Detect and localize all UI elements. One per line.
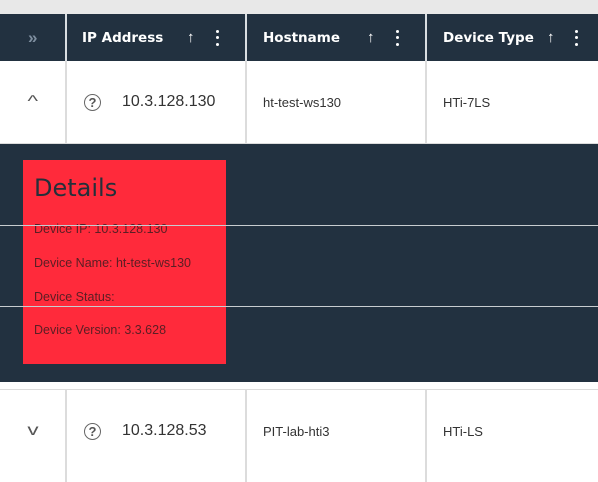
divider-line <box>0 306 598 307</box>
hostname: PIT-lab-hti3 <box>263 423 330 439</box>
question-circle-icon: ? <box>84 93 101 111</box>
chevron-up-icon[interactable]: ^ <box>27 93 38 111</box>
expand-all-icon[interactable]: » <box>28 28 38 48</box>
question-circle-icon: ? <box>84 422 101 440</box>
divider-line <box>0 225 598 226</box>
column-header-hostname[interactable]: Hostname ↑ <box>247 14 427 61</box>
column-label: Device Type <box>443 29 534 46</box>
device-type-cell: HTi-LS <box>427 390 598 472</box>
column-menu-icon[interactable] <box>395 29 399 46</box>
column-label: Hostname <box>263 29 341 46</box>
chevron-down-icon[interactable]: v <box>27 422 38 440</box>
column-header-ip-address[interactable]: IP Address ↑ <box>67 14 247 61</box>
ip-cell: ? 10.3.128.53 <box>67 390 247 472</box>
hostname-cell: ht-test-ws130 <box>247 61 427 143</box>
column-label: IP Address <box>82 29 164 46</box>
device-version-line: Device Version: 3.3.628 <box>34 323 167 337</box>
device-name-line: Device Name: ht-test-ws130 <box>34 256 192 270</box>
device-status-line: Device Status: <box>34 290 115 304</box>
expand-all-cell[interactable]: » <box>0 14 67 61</box>
device-type: HTi-LS <box>443 423 483 439</box>
column-header-device-type[interactable]: Device Type ↑ <box>427 14 598 61</box>
device-type-cell: HTi-7LS <box>427 61 598 143</box>
ip-cell: ? 10.3.128.130 <box>67 61 247 143</box>
ip-address: 10.3.128.130 <box>122 93 216 110</box>
table-row[interactable]: v ? 10.3.128.53 PIT-lab-hti3 HTi-LS <box>0 390 598 473</box>
sort-arrow-up-icon[interactable]: ↑ <box>547 29 555 46</box>
top-strip <box>0 0 598 14</box>
sort-arrow-up-icon[interactable]: ↑ <box>187 29 195 46</box>
row-expand-cell[interactable]: ^ <box>0 61 67 143</box>
hostname: ht-test-ws130 <box>263 94 342 110</box>
row-expand-cell[interactable]: v <box>0 390 67 472</box>
next-row-partial <box>0 472 598 482</box>
table-row[interactable]: ^ ? 10.3.128.130 ht-test-ws130 HTi-7LS <box>0 61 598 144</box>
row-detail-panel: Details Device IP: 10.3.128.130 Device N… <box>0 144 598 382</box>
device-type: HTi-7LS <box>443 94 491 110</box>
sort-arrow-up-icon[interactable]: ↑ <box>367 29 375 46</box>
table-header: » IP Address ↑ Hostname ↑ Device Type ↑ <box>0 14 598 61</box>
column-menu-icon[interactable] <box>574 29 578 46</box>
details-title: Details <box>34 174 118 202</box>
row-spacer <box>0 382 598 390</box>
hostname-cell: PIT-lab-hti3 <box>247 390 427 472</box>
column-menu-icon[interactable] <box>215 29 219 46</box>
details-card: Details Device IP: 10.3.128.130 Device N… <box>23 160 226 364</box>
ip-address: 10.3.128.53 <box>122 422 207 439</box>
